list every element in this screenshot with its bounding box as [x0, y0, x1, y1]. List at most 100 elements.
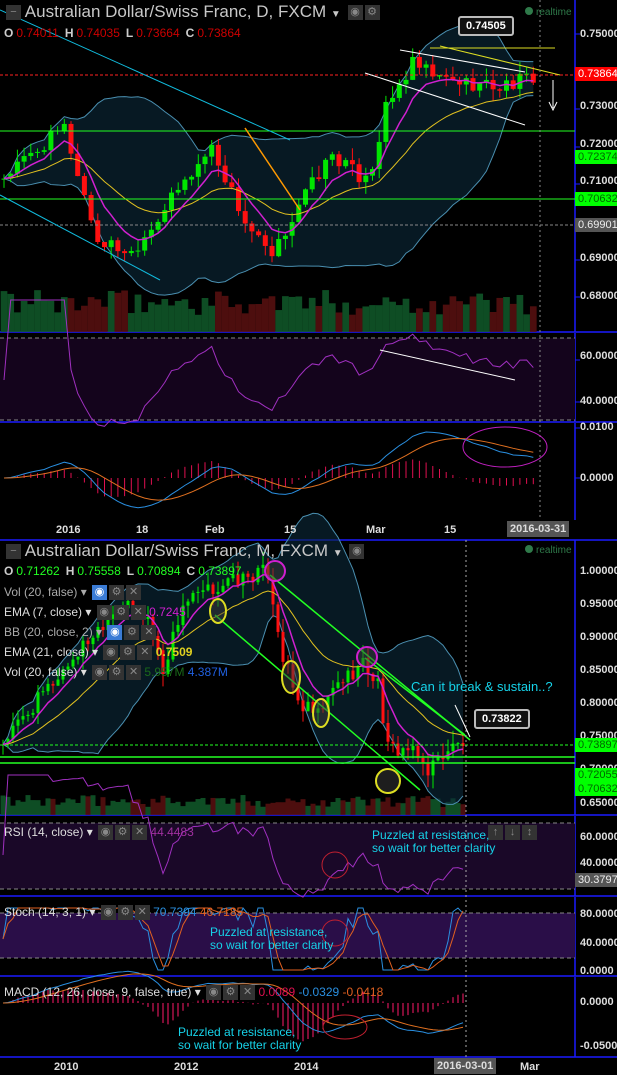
- eye-icon[interactable]: ◉: [206, 985, 222, 1001]
- price-tick: 1.00000: [580, 565, 617, 577]
- indicator-ema7[interactable]: EMA (7, close) ▾ ◉ ⚙ ✕ 0.7245: [4, 605, 186, 621]
- monthly-volume-bar: [60, 802, 66, 815]
- gear-icon[interactable]: ⚙: [113, 605, 129, 621]
- monthly-volume-bar: [205, 804, 211, 815]
- monthly-volume-bar: [185, 801, 191, 815]
- last-price-tag: 0.73864: [575, 67, 617, 81]
- chevron-down-icon[interactable]: ▼: [331, 9, 341, 20]
- monthly-volume-bar: [215, 798, 221, 815]
- stoch-k-value: 70.7394: [153, 905, 197, 919]
- daily-volume-bar: [221, 295, 229, 332]
- gear-icon[interactable]: ⚙: [120, 645, 136, 661]
- collapse-icon[interactable]: −: [6, 5, 21, 21]
- gear-icon[interactable]: ⚙: [117, 905, 133, 921]
- top-chart-title[interactable]: − Australian Dollar/Swiss Franc, D, FXCM…: [4, 2, 380, 22]
- eye-icon[interactable]: ◉: [107, 625, 123, 641]
- daily-volume-bar: [295, 296, 303, 332]
- close-icon[interactable]: ✕: [130, 605, 146, 621]
- daily-candle: [95, 220, 101, 243]
- eye-icon[interactable]: ◉: [92, 585, 108, 601]
- gear-icon[interactable]: ⚙: [115, 825, 131, 841]
- indicator-volume[interactable]: Vol (20, false) ▾ ◉ ⚙ ✕: [4, 585, 142, 601]
- macd-tick: 0.0000: [580, 472, 614, 484]
- monthly-volume-bar: [325, 806, 331, 815]
- rsi-legend[interactable]: RSI (14, close) ▾ ◉ ⚙ ✕ 44.4483: [4, 825, 194, 841]
- indicator-label: MACD (12, 26, close, 9, false, true): [4, 985, 192, 999]
- monthly-candle: [351, 670, 355, 680]
- close-icon[interactable]: ✕: [141, 625, 157, 641]
- daily-candle: [28, 152, 34, 157]
- monthly-volume-bar: [210, 797, 216, 815]
- indicator-label: EMA (21, close): [4, 645, 89, 659]
- eye-icon[interactable]: ◉: [92, 665, 108, 681]
- bottom-chart-title[interactable]: − Australian Dollar/Swiss Franc, M, FXCM…: [4, 541, 365, 561]
- move-down-icon[interactable]: ↓: [505, 825, 520, 841]
- daily-volume-bar: [429, 301, 437, 332]
- gear-icon[interactable]: ⚙: [223, 985, 239, 1001]
- daily-volume-bar: [181, 299, 189, 332]
- monthly-candle: [261, 564, 265, 568]
- stoch-tick: 40.0000: [580, 937, 617, 949]
- close-icon[interactable]: ✕: [126, 665, 142, 681]
- monthly-volume-bar: [10, 805, 16, 815]
- eye-icon[interactable]: ◉: [347, 5, 363, 21]
- eye-icon[interactable]: ◉: [100, 905, 116, 921]
- monthly-candle: [21, 716, 25, 720]
- eye-icon[interactable]: ◉: [103, 645, 119, 661]
- monthly-volume-bar: [370, 798, 376, 815]
- price-tick: 0.95000: [580, 598, 617, 610]
- daily-volume-bar: [141, 312, 149, 332]
- eye-icon[interactable]: ◉: [98, 825, 114, 841]
- close-icon[interactable]: ✕: [132, 825, 148, 841]
- macd-value: -0.0329: [298, 985, 340, 999]
- daily-volume-bar: [67, 298, 75, 332]
- monthly-candle: [401, 748, 405, 756]
- indicator-volume-2[interactable]: Vol (20, false) ▾ ◉ ⚙ ✕ 5.957M 4.387M: [4, 665, 228, 681]
- daily-volume-bar: [261, 298, 269, 332]
- close-icon[interactable]: ✕: [126, 585, 142, 601]
- monthly-candle: [346, 670, 350, 683]
- gear-icon[interactable]: ⚙: [109, 585, 125, 601]
- close-icon[interactable]: ✕: [137, 645, 153, 661]
- close-icon[interactable]: ✕: [134, 905, 150, 921]
- monthly-volume-bar: [455, 803, 461, 815]
- indicator-bb[interactable]: BB (20, close, 2) ▾ ◉ ⚙ ✕: [4, 625, 157, 641]
- realtime-status: realtime: [525, 7, 572, 18]
- eye-icon[interactable]: ◉: [96, 605, 112, 621]
- daily-candle: [115, 240, 121, 252]
- daily-volume-bar: [275, 310, 283, 332]
- daily-candle: [242, 211, 248, 224]
- date-tick: 2014: [294, 1061, 319, 1073]
- indicator-ema21[interactable]: EMA (21, close) ▾ ◉ ⚙ ✕ 0.7509: [4, 645, 192, 661]
- maximize-icon[interactable]: ↕: [522, 825, 537, 841]
- daily-candle: [48, 131, 54, 151]
- gear-icon[interactable]: ⚙: [109, 665, 125, 681]
- gear-icon[interactable]: ⚙: [364, 5, 380, 21]
- close-icon[interactable]: ✕: [240, 985, 256, 1001]
- monthly-volume-bar: [410, 796, 416, 815]
- collapse-icon[interactable]: −: [6, 544, 21, 560]
- cursor-date-tag: 2016-03-31: [507, 521, 570, 537]
- daily-candle: [323, 159, 329, 179]
- monthly-volume-bar: [40, 805, 46, 815]
- top-ohlc: O 0.74011 H 0.74035 L 0.73664 C 0.73864: [4, 26, 247, 40]
- daily-candle: [403, 79, 409, 85]
- date-tick: 2010: [54, 1061, 79, 1073]
- eye-icon[interactable]: ◉: [349, 544, 365, 560]
- gear-icon[interactable]: ⚙: [124, 625, 140, 641]
- stoch-tick: 0.0000: [580, 965, 614, 977]
- monthly-candle: [221, 585, 225, 592]
- monthly-volume-bar: [250, 805, 256, 815]
- monthly-volume-bar: [120, 799, 126, 815]
- monthly-candle: [176, 625, 180, 632]
- chevron-down-icon[interactable]: ▼: [333, 548, 343, 559]
- rsi-tick: 40.0000: [580, 857, 617, 869]
- daily-volume-bar: [335, 312, 343, 332]
- macd-legend[interactable]: MACD (12, 26, close, 9, false, true) ▾ ◉…: [4, 985, 383, 1001]
- monthly-volume-bar: [390, 806, 396, 815]
- daily-candle: [102, 242, 107, 248]
- daily-volume-bar: [34, 290, 41, 332]
- stoch-legend[interactable]: Stoch (14, 3, 1) ▾ ◉ ⚙ ✕ 70.7394 46.7185: [4, 905, 243, 921]
- annotation-note: Puzzled at resistance, so wait for better…: [372, 829, 495, 855]
- monthly-volume-bar: [195, 799, 201, 815]
